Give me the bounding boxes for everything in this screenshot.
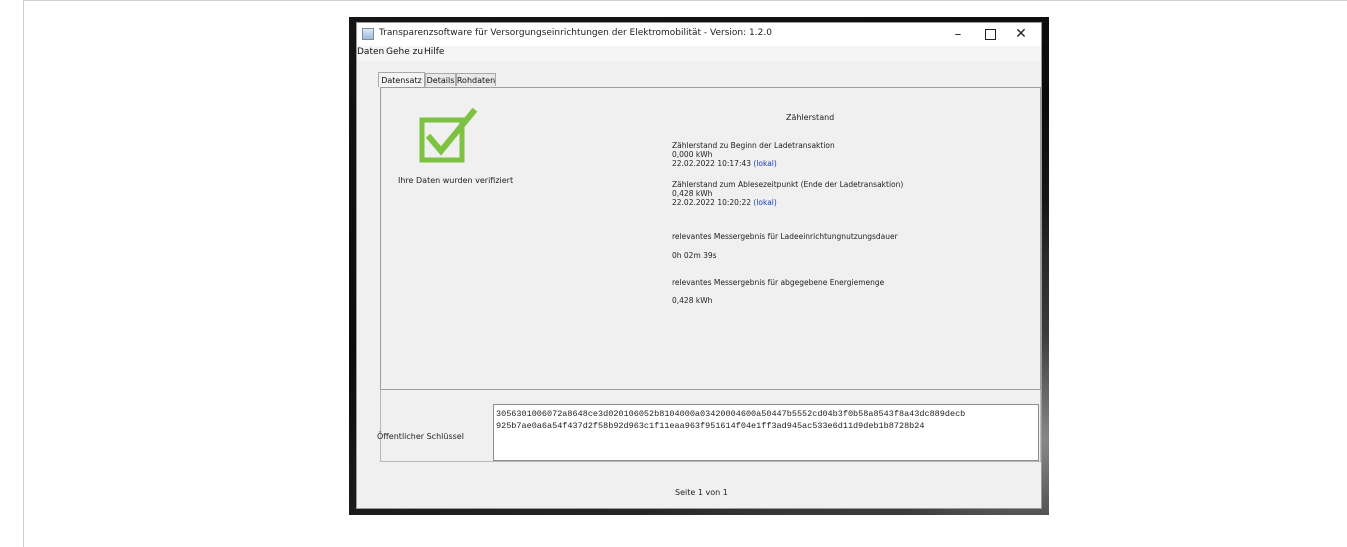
duration-value: 0h 02m 39s bbox=[672, 251, 717, 260]
verification-message: Ihre Daten wurden verifiziert bbox=[398, 176, 514, 185]
meter-heading: Zählerstand bbox=[786, 113, 835, 122]
end-timestamp: 22.02.2022 10:20:22 bbox=[672, 198, 752, 207]
start-timestamp-row: 22.02.2022 10:17:43 (lokal) bbox=[672, 159, 777, 168]
end-value: 0,428 kWh bbox=[672, 189, 713, 198]
menu-bar: Daten Gehe zu Hilfe bbox=[357, 46, 1041, 61]
menu-gehe-zu[interactable]: Gehe zu bbox=[386, 47, 423, 57]
start-value: 0,000 kWh bbox=[672, 150, 713, 159]
close-icon: ✕ bbox=[1015, 26, 1027, 42]
maximize-icon bbox=[984, 28, 996, 40]
public-key-line-2: 925b7ae0a6a54f437d2f58b92d963c1f11eaa963… bbox=[496, 421, 925, 431]
end-timestamp-row: 22.02.2022 10:20:22 (lokal) bbox=[672, 198, 777, 207]
start-local-link[interactable]: (lokal) bbox=[753, 159, 776, 168]
close-button[interactable]: ✕ bbox=[1006, 25, 1036, 43]
public-key-field[interactable]: 3056301006072a8648ce3d020106052b8104000a… bbox=[493, 404, 1039, 461]
menu-daten[interactable]: Daten bbox=[357, 47, 384, 57]
page-border-left bbox=[23, 0, 24, 547]
energy-label: relevantes Messergebnis für abgegebene E… bbox=[672, 278, 885, 287]
minimize-icon: – bbox=[954, 26, 962, 42]
tab-datensatz[interactable]: Datensatz bbox=[378, 72, 425, 87]
public-key-line-1: 3056301006072a8648ce3d020106052b8104000a… bbox=[496, 409, 966, 419]
start-timestamp: 22.02.2022 10:17:43 bbox=[672, 159, 752, 168]
start-label: Zählerstand zu Beginn der Ladetransaktio… bbox=[672, 141, 835, 150]
page-indicator: Seite 1 von 1 bbox=[675, 488, 728, 497]
tab-details[interactable]: Details bbox=[425, 73, 456, 86]
checkmark-icon bbox=[419, 108, 477, 163]
window-title: Transparenzsoftware für Versorgungseinri… bbox=[379, 28, 772, 38]
end-label: Zählerstand zum Ablesezeitpunkt (Ende de… bbox=[672, 180, 904, 189]
minimize-button[interactable]: – bbox=[943, 25, 973, 43]
page-border-top bbox=[23, 0, 1347, 1]
public-key-label: Öffentlicher Schlüssel bbox=[377, 432, 464, 441]
java-app-icon bbox=[362, 28, 374, 40]
app-window: Transparenzsoftware für Versorgungseinri… bbox=[356, 22, 1042, 509]
title-bar: Transparenzsoftware für Versorgungseinri… bbox=[357, 23, 1041, 46]
dataset-panel: Ihre Daten wurden verifiziert Zählerstan… bbox=[380, 87, 1041, 390]
end-local-link[interactable]: (lokal) bbox=[753, 198, 776, 207]
maximize-button[interactable] bbox=[975, 25, 1005, 43]
energy-value: 0,428 kWh bbox=[672, 296, 713, 305]
tab-rohdaten[interactable]: Rohdaten bbox=[456, 73, 496, 86]
menu-hilfe[interactable]: Hilfe bbox=[424, 47, 444, 57]
duration-label: relevantes Messergebnis für Ladeeinricht… bbox=[672, 232, 898, 241]
